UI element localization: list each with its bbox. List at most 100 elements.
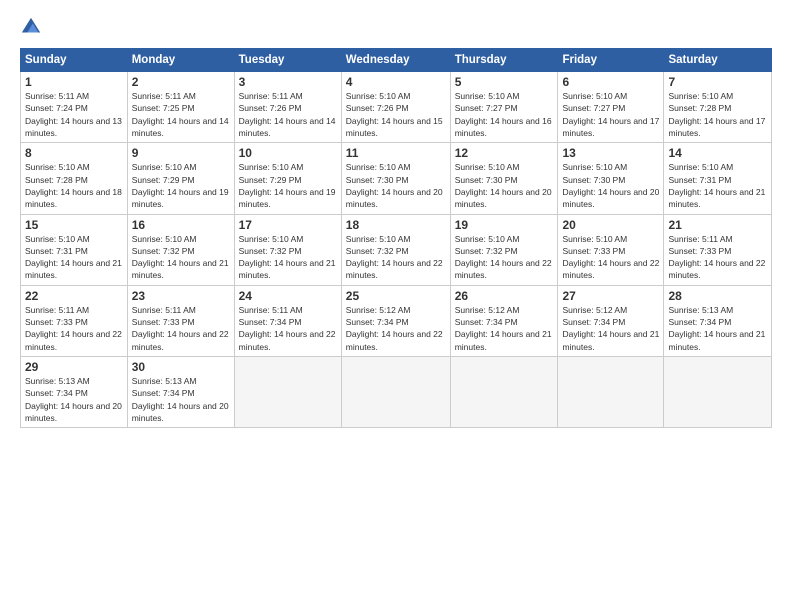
day-number: 12 bbox=[455, 146, 554, 160]
day-number: 2 bbox=[132, 75, 230, 89]
calendar-cell: 19Sunrise: 5:10 AMSunset: 7:32 PMDayligh… bbox=[450, 214, 558, 285]
calendar-week-row: 15Sunrise: 5:10 AMSunset: 7:31 PMDayligh… bbox=[21, 214, 772, 285]
calendar-cell: 17Sunrise: 5:10 AMSunset: 7:32 PMDayligh… bbox=[234, 214, 341, 285]
calendar-cell: 9Sunrise: 5:10 AMSunset: 7:29 PMDaylight… bbox=[127, 143, 234, 214]
header bbox=[20, 16, 772, 38]
day-number: 7 bbox=[668, 75, 767, 89]
calendar-cell: 24Sunrise: 5:11 AMSunset: 7:34 PMDayligh… bbox=[234, 285, 341, 356]
day-info: Sunrise: 5:13 AMSunset: 7:34 PMDaylight:… bbox=[25, 375, 123, 424]
day-number: 27 bbox=[562, 289, 659, 303]
day-number: 5 bbox=[455, 75, 554, 89]
day-number: 9 bbox=[132, 146, 230, 160]
day-number: 8 bbox=[25, 146, 123, 160]
day-info: Sunrise: 5:11 AMSunset: 7:33 PMDaylight:… bbox=[668, 233, 767, 282]
weekday-header: Saturday bbox=[664, 49, 772, 72]
day-info: Sunrise: 5:10 AMSunset: 7:31 PMDaylight:… bbox=[668, 161, 767, 210]
calendar-cell: 18Sunrise: 5:10 AMSunset: 7:32 PMDayligh… bbox=[341, 214, 450, 285]
calendar-cell: 3Sunrise: 5:11 AMSunset: 7:26 PMDaylight… bbox=[234, 72, 341, 143]
calendar-cell: 30Sunrise: 5:13 AMSunset: 7:34 PMDayligh… bbox=[127, 357, 234, 428]
day-number: 28 bbox=[668, 289, 767, 303]
day-info: Sunrise: 5:10 AMSunset: 7:32 PMDaylight:… bbox=[455, 233, 554, 282]
calendar-body: 1Sunrise: 5:11 AMSunset: 7:24 PMDaylight… bbox=[21, 72, 772, 428]
day-number: 24 bbox=[239, 289, 337, 303]
day-number: 29 bbox=[25, 360, 123, 374]
calendar: SundayMondayTuesdayWednesdayThursdayFrid… bbox=[20, 48, 772, 428]
calendar-cell: 15Sunrise: 5:10 AMSunset: 7:31 PMDayligh… bbox=[21, 214, 128, 285]
day-info: Sunrise: 5:10 AMSunset: 7:29 PMDaylight:… bbox=[239, 161, 337, 210]
logo-icon bbox=[20, 16, 42, 38]
day-info: Sunrise: 5:10 AMSunset: 7:28 PMDaylight:… bbox=[668, 90, 767, 139]
day-info: Sunrise: 5:11 AMSunset: 7:33 PMDaylight:… bbox=[25, 304, 123, 353]
calendar-week-row: 29Sunrise: 5:13 AMSunset: 7:34 PMDayligh… bbox=[21, 357, 772, 428]
calendar-cell: 5Sunrise: 5:10 AMSunset: 7:27 PMDaylight… bbox=[450, 72, 558, 143]
calendar-cell bbox=[558, 357, 664, 428]
calendar-cell bbox=[234, 357, 341, 428]
day-number: 14 bbox=[668, 146, 767, 160]
calendar-cell: 13Sunrise: 5:10 AMSunset: 7:30 PMDayligh… bbox=[558, 143, 664, 214]
calendar-week-row: 8Sunrise: 5:10 AMSunset: 7:28 PMDaylight… bbox=[21, 143, 772, 214]
calendar-cell: 27Sunrise: 5:12 AMSunset: 7:34 PMDayligh… bbox=[558, 285, 664, 356]
day-info: Sunrise: 5:11 AMSunset: 7:25 PMDaylight:… bbox=[132, 90, 230, 139]
day-info: Sunrise: 5:10 AMSunset: 7:30 PMDaylight:… bbox=[346, 161, 446, 210]
calendar-cell: 2Sunrise: 5:11 AMSunset: 7:25 PMDaylight… bbox=[127, 72, 234, 143]
calendar-cell: 14Sunrise: 5:10 AMSunset: 7:31 PMDayligh… bbox=[664, 143, 772, 214]
day-info: Sunrise: 5:10 AMSunset: 7:30 PMDaylight:… bbox=[562, 161, 659, 210]
calendar-cell: 10Sunrise: 5:10 AMSunset: 7:29 PMDayligh… bbox=[234, 143, 341, 214]
day-info: Sunrise: 5:10 AMSunset: 7:26 PMDaylight:… bbox=[346, 90, 446, 139]
day-info: Sunrise: 5:11 AMSunset: 7:26 PMDaylight:… bbox=[239, 90, 337, 139]
weekday-header: Friday bbox=[558, 49, 664, 72]
calendar-cell: 6Sunrise: 5:10 AMSunset: 7:27 PMDaylight… bbox=[558, 72, 664, 143]
day-number: 22 bbox=[25, 289, 123, 303]
day-number: 23 bbox=[132, 289, 230, 303]
logo bbox=[20, 16, 46, 38]
calendar-cell: 1Sunrise: 5:11 AMSunset: 7:24 PMDaylight… bbox=[21, 72, 128, 143]
day-info: Sunrise: 5:13 AMSunset: 7:34 PMDaylight:… bbox=[668, 304, 767, 353]
day-number: 20 bbox=[562, 218, 659, 232]
day-info: Sunrise: 5:10 AMSunset: 7:29 PMDaylight:… bbox=[132, 161, 230, 210]
calendar-cell bbox=[450, 357, 558, 428]
calendar-cell: 25Sunrise: 5:12 AMSunset: 7:34 PMDayligh… bbox=[341, 285, 450, 356]
calendar-cell: 23Sunrise: 5:11 AMSunset: 7:33 PMDayligh… bbox=[127, 285, 234, 356]
weekday-header-row: SundayMondayTuesdayWednesdayThursdayFrid… bbox=[21, 49, 772, 72]
day-number: 18 bbox=[346, 218, 446, 232]
calendar-cell: 29Sunrise: 5:13 AMSunset: 7:34 PMDayligh… bbox=[21, 357, 128, 428]
day-info: Sunrise: 5:10 AMSunset: 7:27 PMDaylight:… bbox=[455, 90, 554, 139]
calendar-week-row: 1Sunrise: 5:11 AMSunset: 7:24 PMDaylight… bbox=[21, 72, 772, 143]
day-info: Sunrise: 5:10 AMSunset: 7:27 PMDaylight:… bbox=[562, 90, 659, 139]
day-number: 30 bbox=[132, 360, 230, 374]
calendar-week-row: 22Sunrise: 5:11 AMSunset: 7:33 PMDayligh… bbox=[21, 285, 772, 356]
calendar-cell: 26Sunrise: 5:12 AMSunset: 7:34 PMDayligh… bbox=[450, 285, 558, 356]
day-number: 25 bbox=[346, 289, 446, 303]
day-number: 6 bbox=[562, 75, 659, 89]
calendar-cell: 28Sunrise: 5:13 AMSunset: 7:34 PMDayligh… bbox=[664, 285, 772, 356]
day-info: Sunrise: 5:10 AMSunset: 7:32 PMDaylight:… bbox=[132, 233, 230, 282]
day-number: 21 bbox=[668, 218, 767, 232]
calendar-cell: 22Sunrise: 5:11 AMSunset: 7:33 PMDayligh… bbox=[21, 285, 128, 356]
day-number: 16 bbox=[132, 218, 230, 232]
day-number: 26 bbox=[455, 289, 554, 303]
calendar-cell: 7Sunrise: 5:10 AMSunset: 7:28 PMDaylight… bbox=[664, 72, 772, 143]
calendar-cell: 4Sunrise: 5:10 AMSunset: 7:26 PMDaylight… bbox=[341, 72, 450, 143]
day-number: 1 bbox=[25, 75, 123, 89]
day-info: Sunrise: 5:10 AMSunset: 7:30 PMDaylight:… bbox=[455, 161, 554, 210]
calendar-cell: 12Sunrise: 5:10 AMSunset: 7:30 PMDayligh… bbox=[450, 143, 558, 214]
day-info: Sunrise: 5:12 AMSunset: 7:34 PMDaylight:… bbox=[562, 304, 659, 353]
day-number: 19 bbox=[455, 218, 554, 232]
calendar-cell: 21Sunrise: 5:11 AMSunset: 7:33 PMDayligh… bbox=[664, 214, 772, 285]
day-info: Sunrise: 5:10 AMSunset: 7:32 PMDaylight:… bbox=[239, 233, 337, 282]
day-info: Sunrise: 5:10 AMSunset: 7:28 PMDaylight:… bbox=[25, 161, 123, 210]
day-info: Sunrise: 5:11 AMSunset: 7:24 PMDaylight:… bbox=[25, 90, 123, 139]
calendar-cell: 11Sunrise: 5:10 AMSunset: 7:30 PMDayligh… bbox=[341, 143, 450, 214]
day-info: Sunrise: 5:10 AMSunset: 7:31 PMDaylight:… bbox=[25, 233, 123, 282]
calendar-cell: 20Sunrise: 5:10 AMSunset: 7:33 PMDayligh… bbox=[558, 214, 664, 285]
calendar-cell: 8Sunrise: 5:10 AMSunset: 7:28 PMDaylight… bbox=[21, 143, 128, 214]
day-number: 11 bbox=[346, 146, 446, 160]
day-info: Sunrise: 5:10 AMSunset: 7:33 PMDaylight:… bbox=[562, 233, 659, 282]
calendar-cell bbox=[664, 357, 772, 428]
weekday-header: Tuesday bbox=[234, 49, 341, 72]
day-number: 15 bbox=[25, 218, 123, 232]
calendar-cell bbox=[341, 357, 450, 428]
day-number: 3 bbox=[239, 75, 337, 89]
weekday-header: Wednesday bbox=[341, 49, 450, 72]
day-number: 4 bbox=[346, 75, 446, 89]
